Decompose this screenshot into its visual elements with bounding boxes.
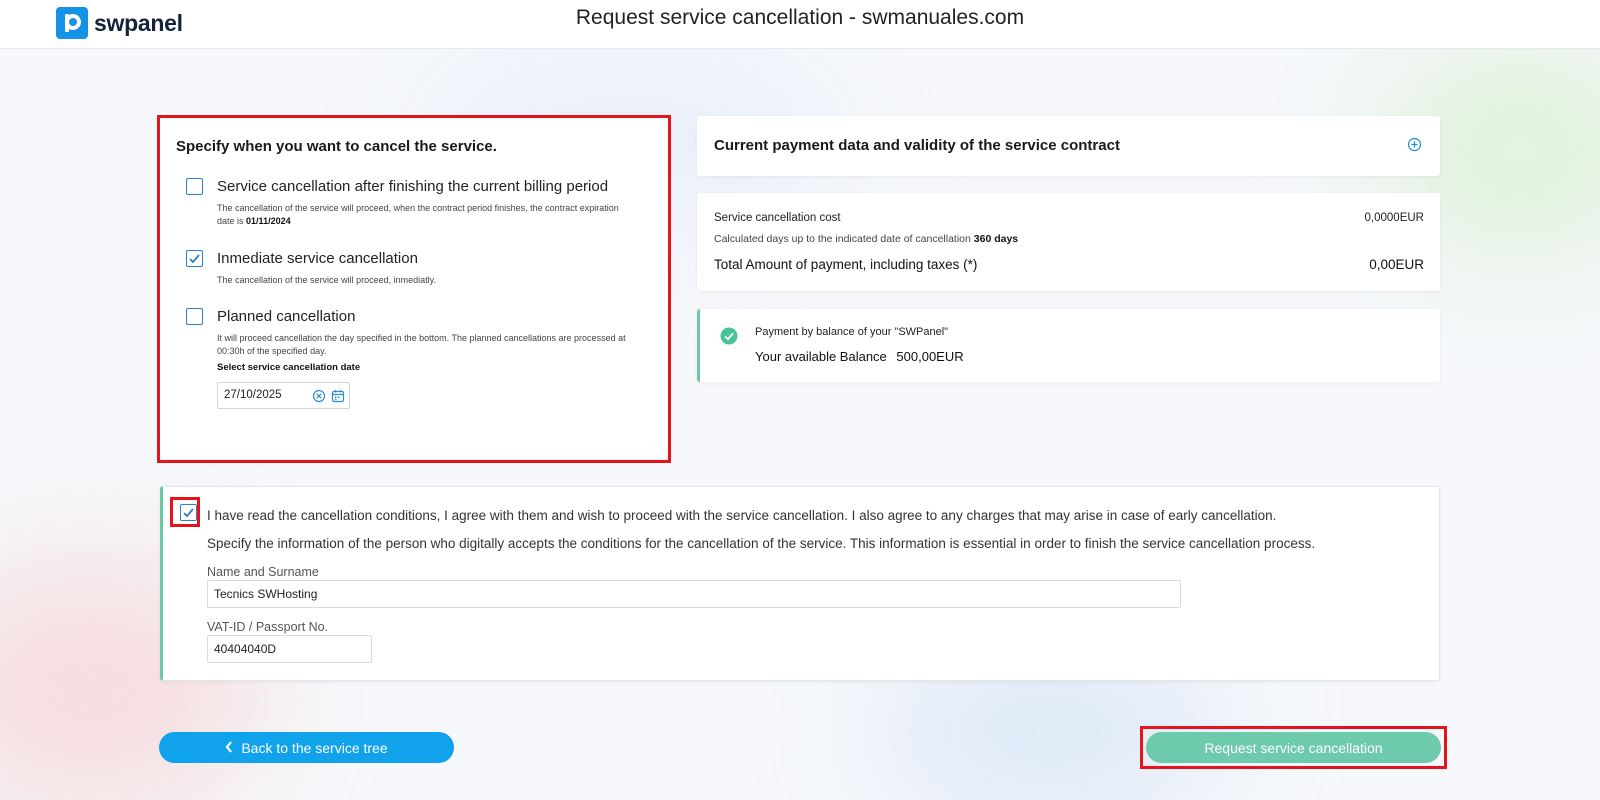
cancellation-timing-heading: Specify when you want to cancel the serv… — [176, 138, 497, 155]
back-button-label: Back to the service tree — [241, 739, 388, 756]
cancellation-cost-value: 0,0000EUR — [1364, 212, 1424, 224]
vat-passport-input[interactable]: 40404040D — [207, 635, 372, 663]
name-surname-input[interactable]: Tecnics SWHosting — [207, 580, 1181, 608]
date-value: 27/10/2025 — [224, 389, 282, 401]
date-field-label: Select service cancellation date — [217, 362, 361, 373]
vat-field-label: VAT-ID / Passport No. — [207, 620, 329, 634]
conditions-card: I have read the cancellation conditions,… — [160, 486, 1440, 681]
total-amount-value: 0,00EUR — [1369, 257, 1424, 272]
top-header: swpanel Request service cancellation - s… — [0, 0, 1600, 49]
request-button-label: Request service cancellation — [1204, 739, 1383, 756]
checkmark-icon — [183, 508, 194, 518]
cancellation-timing-card: Specify when you want to cancel the serv… — [160, 118, 668, 459]
chevron-left-icon — [225, 740, 233, 756]
available-balance-line: Your available Balance 500,00EUR — [755, 349, 964, 364]
checkbox-immediate[interactable] — [186, 250, 203, 267]
cancellation-date-input[interactable]: 27/10/2025 — [217, 382, 350, 409]
back-to-service-tree-button[interactable]: Back to the service tree — [159, 732, 454, 763]
option-description: The cancellation of the service will pro… — [217, 203, 619, 226]
request-cancellation-button[interactable]: Request service cancellation — [1146, 732, 1441, 763]
option-label: Planned cancellation — [217, 308, 356, 325]
page-title: Request service cancellation - swmanuale… — [575, 6, 1025, 29]
clear-date-icon[interactable] — [312, 389, 326, 408]
available-balance-label: Your available Balance — [755, 349, 887, 364]
option-label: Inmediate service cancellation — [217, 250, 418, 267]
cancellation-cost-card: Service cancellation cost 0,0000EUR Calc… — [697, 193, 1440, 291]
option-label: Service cancellation after finishing the… — [217, 178, 609, 195]
available-balance-amount: 500,00EUR — [896, 349, 964, 364]
calendar-icon[interactable] — [331, 389, 345, 408]
checkbox-box[interactable] — [180, 504, 197, 521]
option-description: It will proceed cancellation the day spe… — [217, 333, 626, 356]
contract-data-card[interactable]: Current payment data and validity of the… — [697, 116, 1440, 176]
balance-payment-subtitle: Payment by balance of your "SWPanel" — [755, 326, 949, 338]
balance-payment-card: Payment by balance of your "SWPanel" You… — [697, 309, 1440, 382]
checkbox-after-billing-period[interactable] — [186, 178, 203, 195]
checkmark-icon — [189, 254, 200, 264]
contract-data-title: Current payment data and validity of the… — [714, 137, 1120, 154]
total-amount-label: Total Amount of payment, including taxes… — [714, 257, 978, 272]
accept-conditions-text: I have read the cancellation conditions,… — [207, 508, 1277, 523]
option-description: The cancellation of the service will pro… — [217, 275, 436, 285]
cancellation-cost-label: Service cancellation cost — [714, 212, 841, 224]
calculated-days-line: Calculated days up to the indicated date… — [714, 233, 1019, 245]
signer-info-text: Specify the information of the person wh… — [207, 536, 1316, 551]
name-field-label: Name and Surname — [207, 565, 319, 579]
check-circle-icon — [720, 327, 738, 350]
expand-plus-icon[interactable] — [1407, 137, 1422, 157]
calculated-days-value: 360 days — [973, 233, 1019, 245]
contract-expiration-date: 01/11/2024 — [246, 216, 291, 226]
checkbox-planned[interactable] — [186, 308, 203, 325]
accept-conditions-checkbox[interactable] — [180, 504, 197, 521]
